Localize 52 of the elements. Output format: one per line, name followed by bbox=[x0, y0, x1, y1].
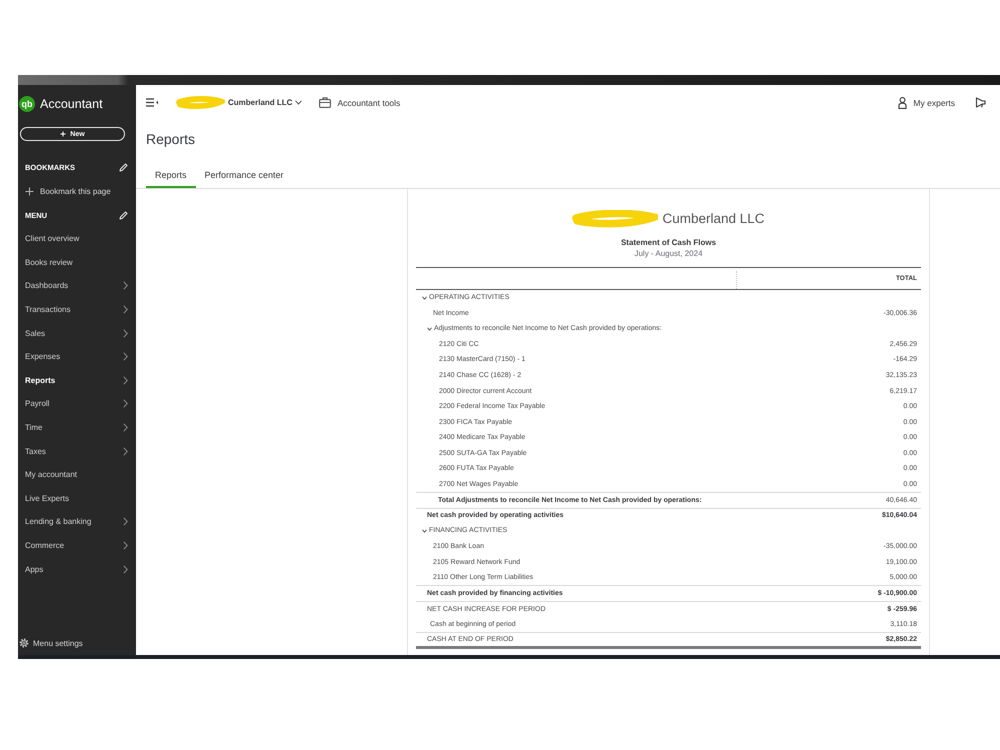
sidebar-menu-item[interactable]: Transactions bbox=[18, 298, 136, 322]
caret-down-icon[interactable] bbox=[427, 326, 432, 331]
sidebar-menu-item[interactable]: Books review bbox=[18, 250, 136, 274]
redaction-scribble bbox=[175, 96, 225, 110]
chevron-right-icon bbox=[123, 540, 128, 550]
caret-down-icon bbox=[295, 100, 302, 105]
menu-icon[interactable] bbox=[146, 98, 158, 107]
pencil-icon[interactable] bbox=[119, 163, 128, 172]
sidebar-menu-item[interactable]: Apps bbox=[18, 557, 136, 581]
plus-icon bbox=[25, 187, 34, 196]
report-period: July - August, 2024 bbox=[634, 248, 703, 258]
tab[interactable]: Reports bbox=[146, 164, 196, 188]
sidebar-menu-item[interactable]: Expenses bbox=[18, 344, 136, 369]
chevron-right-icon bbox=[123, 399, 128, 408]
caret-down-icon[interactable] bbox=[422, 296, 427, 300]
sidebar-menu-item[interactable]: Time bbox=[18, 416, 136, 440]
chevron-right-icon bbox=[123, 517, 128, 526]
sidebar-menu-item[interactable]: My accountant bbox=[18, 462, 136, 486]
sidebar-menu-item[interactable]: Client overview bbox=[18, 226, 136, 251]
sidebar-menu-item[interactable]: Dashboards bbox=[18, 274, 136, 298]
report-title: Statement of Cash Flows bbox=[620, 236, 716, 248]
sidebar-menu-item[interactable]: Taxes bbox=[18, 439, 136, 463]
sidebar-menu-item[interactable]: Sales bbox=[18, 321, 136, 345]
chevron-right-icon bbox=[123, 352, 128, 362]
gear-icon bbox=[19, 638, 29, 648]
page-title: Reports bbox=[146, 131, 196, 147]
sidebar-menu-item[interactable]: Lending & banking bbox=[18, 510, 136, 534]
chevron-right-icon bbox=[123, 446, 128, 456]
bookmark-link[interactable]: Bookmark this page bbox=[18, 180, 136, 204]
sidebar-menu-item[interactable]: Reports bbox=[18, 368, 136, 392]
tab[interactable]: Performance center bbox=[196, 164, 293, 188]
briefcase-icon bbox=[319, 97, 332, 108]
company-switcher[interactable]: Cumberland LLC bbox=[175, 96, 302, 110]
caret-down-icon[interactable] bbox=[422, 528, 427, 533]
megaphone-icon[interactable] bbox=[974, 97, 986, 108]
product-name: Accountant bbox=[40, 97, 103, 111]
sidebar-menu-item[interactable]: Live Experts bbox=[18, 486, 136, 510]
person-icon bbox=[898, 96, 908, 108]
chevron-right-icon bbox=[123, 328, 128, 338]
accountant-tools-button[interactable]: Accountant tools bbox=[319, 97, 400, 108]
menu-settings-link[interactable]: Menu settings bbox=[18, 631, 136, 655]
chevron-right-icon bbox=[123, 376, 128, 385]
pencil-icon[interactable] bbox=[119, 210, 128, 220]
sidebar-menu-item[interactable]: Commerce bbox=[18, 534, 136, 558]
my-experts-button[interactable]: My experts bbox=[898, 96, 955, 108]
company-name: Cumberland LLC bbox=[662, 210, 765, 228]
plus-icon bbox=[60, 131, 66, 137]
chevron-right-icon bbox=[123, 423, 128, 432]
chevron-right-icon bbox=[123, 305, 128, 314]
chevron-right-icon bbox=[123, 564, 128, 574]
sidebar-menu-item[interactable]: Payroll bbox=[18, 392, 136, 416]
chevron-right-icon bbox=[123, 281, 128, 290]
